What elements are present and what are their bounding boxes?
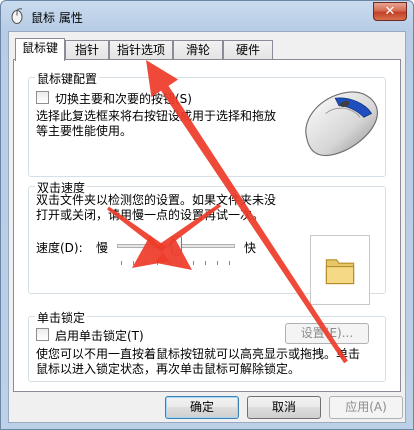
speed-label: 速度(D): [36,241,83,255]
mouse-properties-window: 鼠标 属性 ✕ 鼠标键 指针 指针选项 滑轮 硬件 鼠标键配置 切换主要和次要的… [0,0,414,430]
tab-wheel[interactable]: 滑轮 [173,40,223,60]
slider-tick [121,261,122,265]
click-lock-label[interactable]: 启用单击锁定(T) [55,327,144,344]
folder-icon [325,259,355,285]
click-lock-group: 单击锁定 启用单击锁定(T) 设置(E)... 使您可以不用一直按着鼠标按钮就可… [28,309,386,382]
window-title: 鼠标 属性 [31,11,83,25]
dialog-client: 鼠标键 指针 指针选项 滑轮 硬件 鼠标键配置 切换主要和次要的按钮(S) 选择… [8,31,406,423]
slider-tick [205,261,206,265]
close-button[interactable]: ✕ [373,2,407,21]
mouse-illustration-icon [305,91,378,157]
speed-slider-thumb[interactable] [170,236,182,256]
click-lock-legend: 单击锁定 [35,309,88,326]
slider-tick [229,261,230,265]
swap-buttons-label[interactable]: 切换主要和次要的按钮(S) [55,90,192,107]
slider-tick [145,261,146,265]
tab-buttons[interactable]: 鼠标键 [15,38,65,61]
slow-label: 慢 [96,241,109,255]
click-lock-description-line1: 使您可以不用一直按着鼠标按钮就可以高亮显示或拖拽。单击 [36,347,361,361]
slider-tick [181,261,182,265]
double-click-description-line1: 双击文件夹以检测您的设置。如果文件夹未没 [36,193,277,207]
slider-tick [169,261,170,265]
slider-tick [217,261,218,265]
click-lock-settings-button[interactable]: 设置(E)... [285,323,369,344]
button-config-group: 鼠标键配置 切换主要和次要的按钮(S) 选择此复选框来将右按钮设成用于选择和拖放… [28,70,386,177]
tab-pointer-options[interactable]: 指针选项 [109,40,173,60]
click-lock-checkbox[interactable] [36,328,49,341]
slider-tick [157,261,158,265]
swap-description-line2: 等主要性能使用。 [36,124,133,138]
swap-buttons-checkbox[interactable] [36,91,49,104]
apply-button[interactable]: 应用(A) [329,396,403,419]
tab-hardware[interactable]: 硬件 [223,40,273,60]
tab-panel: 鼠标键配置 切换主要和次要的按钮(S) 选择此复选框来将右按钮设成用于选择和拖放… [13,59,401,392]
title-bar[interactable]: 鼠标 属性 ✕ [1,1,413,31]
mouse-app-icon [11,8,23,24]
ok-button[interactable]: 确定 [165,396,239,419]
swap-description-line1: 选择此复选框来将右按钮设成用于选择和拖放 [36,109,277,123]
click-lock-description-line2: 鼠标以进入锁定状态，再次单击鼠标可解除锁定。 [36,362,301,376]
test-folder-box[interactable] [310,235,370,305]
slider-tick [133,261,134,265]
button-config-legend: 鼠标键配置 [35,70,100,87]
close-icon: ✕ [384,4,396,19]
slider-tick [193,261,194,265]
fast-label: 快 [244,241,257,255]
tab-pointers[interactable]: 指针 [65,40,109,60]
cancel-button[interactable]: 取消 [247,396,321,419]
double-click-description-line2: 打开或关闭，请用慢一点的设置再试一次。 [36,208,265,222]
